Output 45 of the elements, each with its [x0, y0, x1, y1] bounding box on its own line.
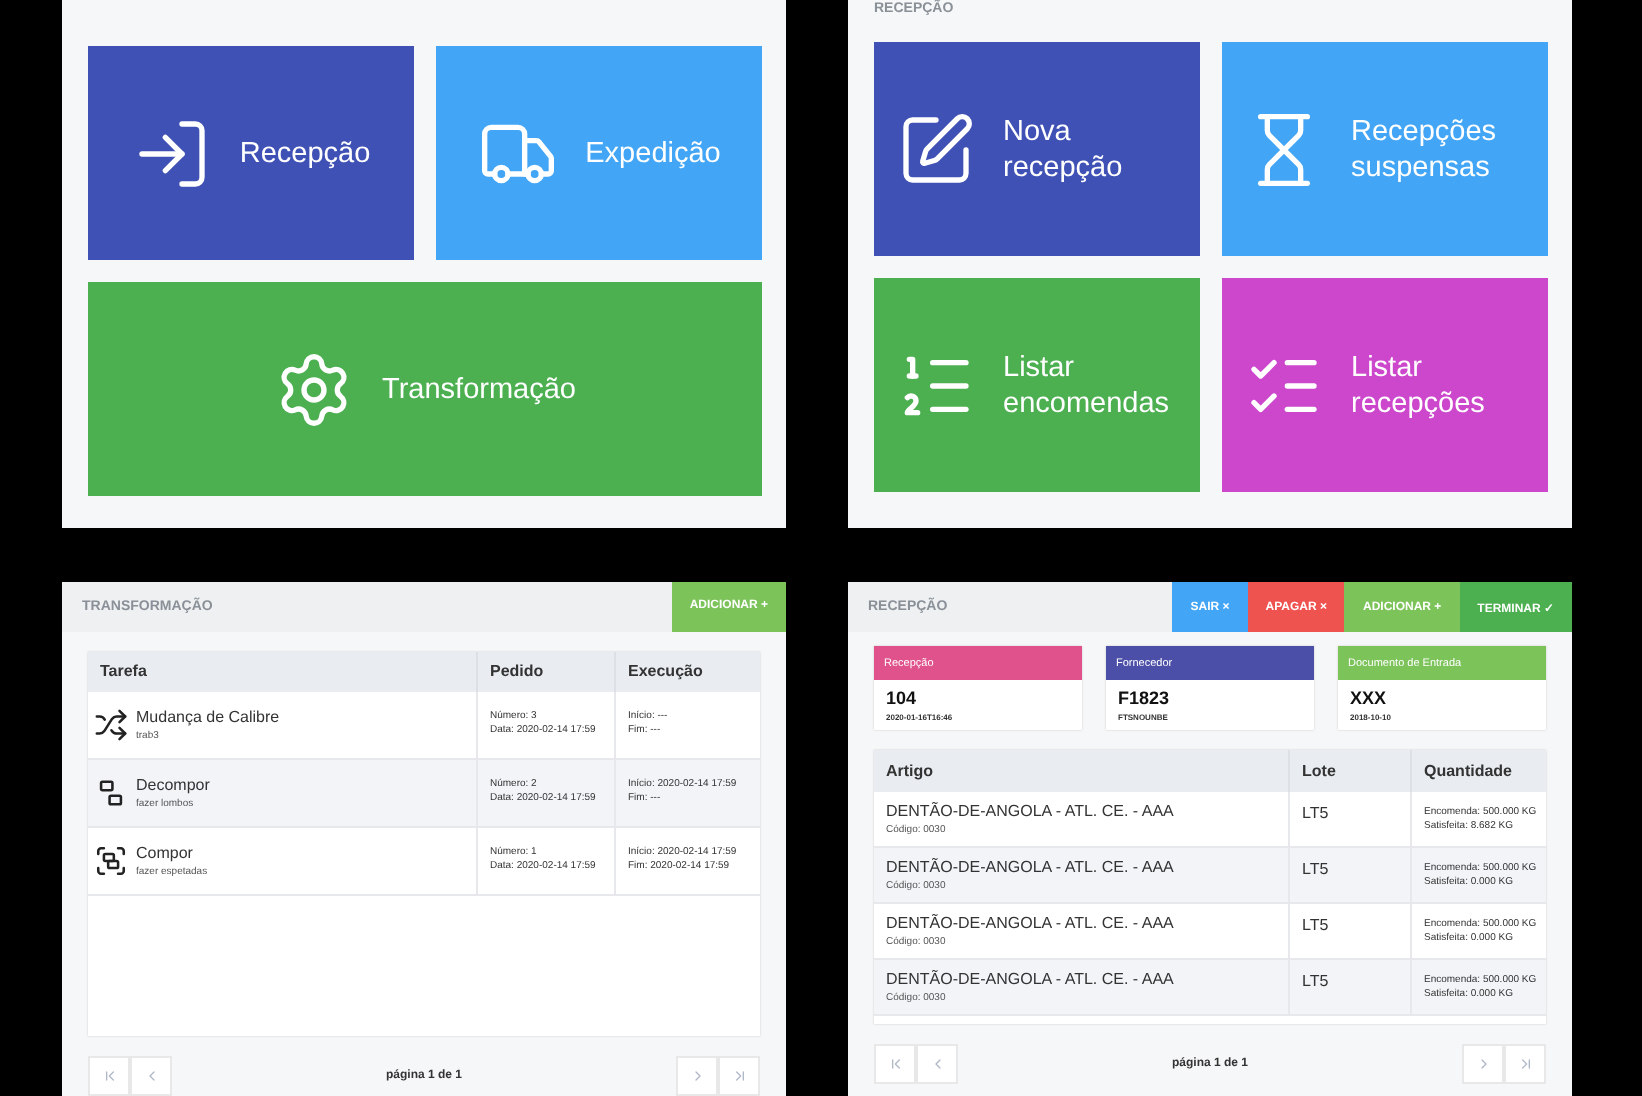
task-name: Compor [136, 843, 195, 862]
shuffle-icon [94, 707, 128, 742]
last-page-icon [1517, 1056, 1533, 1072]
lot-number: LT5 [1302, 916, 1331, 934]
next-page-button[interactable] [1462, 1044, 1504, 1084]
menu-tile[interactable]: Nova recepção [874, 42, 1200, 256]
ungroup-icon [94, 775, 128, 810]
tile-label: Recepções suspensas [1351, 113, 1499, 185]
lot-number: LT5 [1302, 860, 1331, 878]
task-name: Decompor [136, 775, 210, 794]
column-header: Quantidade [1422, 760, 1515, 784]
first-page-icon [101, 1068, 117, 1084]
tile-label: Listar encomendas [1003, 349, 1172, 421]
card-value: XXX [1348, 686, 1389, 708]
tile-label: Expedição [585, 135, 721, 171]
last-page-icon [731, 1068, 747, 1084]
last-page-button[interactable] [718, 1056, 760, 1096]
next-page-button[interactable] [676, 1056, 718, 1096]
previous-page-button[interactable] [130, 1056, 172, 1096]
menu-tile[interactable]: Transformação [88, 282, 762, 496]
first-page-button[interactable] [874, 1044, 916, 1084]
menu-tile[interactable]: Listar encomendas [874, 278, 1200, 492]
tile-label: Recepção [239, 135, 371, 171]
item-name: DENTÃO-DE-ANGOLA - ATL. CE. - AAA [886, 970, 1176, 988]
task-name: Mudança de Calibre [136, 707, 280, 726]
item-name: DENTÃO-DE-ANGOLA - ATL. CE. - AAA [886, 914, 1176, 932]
item-name: DENTÃO-DE-ANGOLA - ATL. CE. - AAA [886, 858, 1176, 876]
lot-number: LT5 [1302, 804, 1331, 822]
card-value: F1823 [1116, 686, 1172, 708]
menu-tile[interactable]: Listar recepções [1222, 278, 1548, 492]
menu-tile[interactable]: Recepções suspensas [1222, 42, 1548, 256]
last-page-button[interactable] [1504, 1044, 1546, 1084]
tile-label: Listar recepções [1351, 349, 1487, 421]
card-value: 104 [884, 686, 919, 708]
first-page-icon [887, 1056, 903, 1072]
column-header: Execução [626, 660, 705, 685]
first-page-button[interactable] [88, 1056, 130, 1096]
menu-tile[interactable]: Recepção [88, 46, 414, 260]
tile-label: Transformação [382, 371, 576, 407]
lot-number: LT5 [1302, 972, 1331, 990]
previous-page-button[interactable] [916, 1044, 958, 1084]
item-name: DENTÃO-DE-ANGOLA - ATL. CE. - AAA [886, 802, 1176, 820]
group-icon [94, 843, 128, 878]
tile-label: Nova recepção [1003, 113, 1125, 185]
menu-tile[interactable]: Expedição [436, 46, 762, 260]
